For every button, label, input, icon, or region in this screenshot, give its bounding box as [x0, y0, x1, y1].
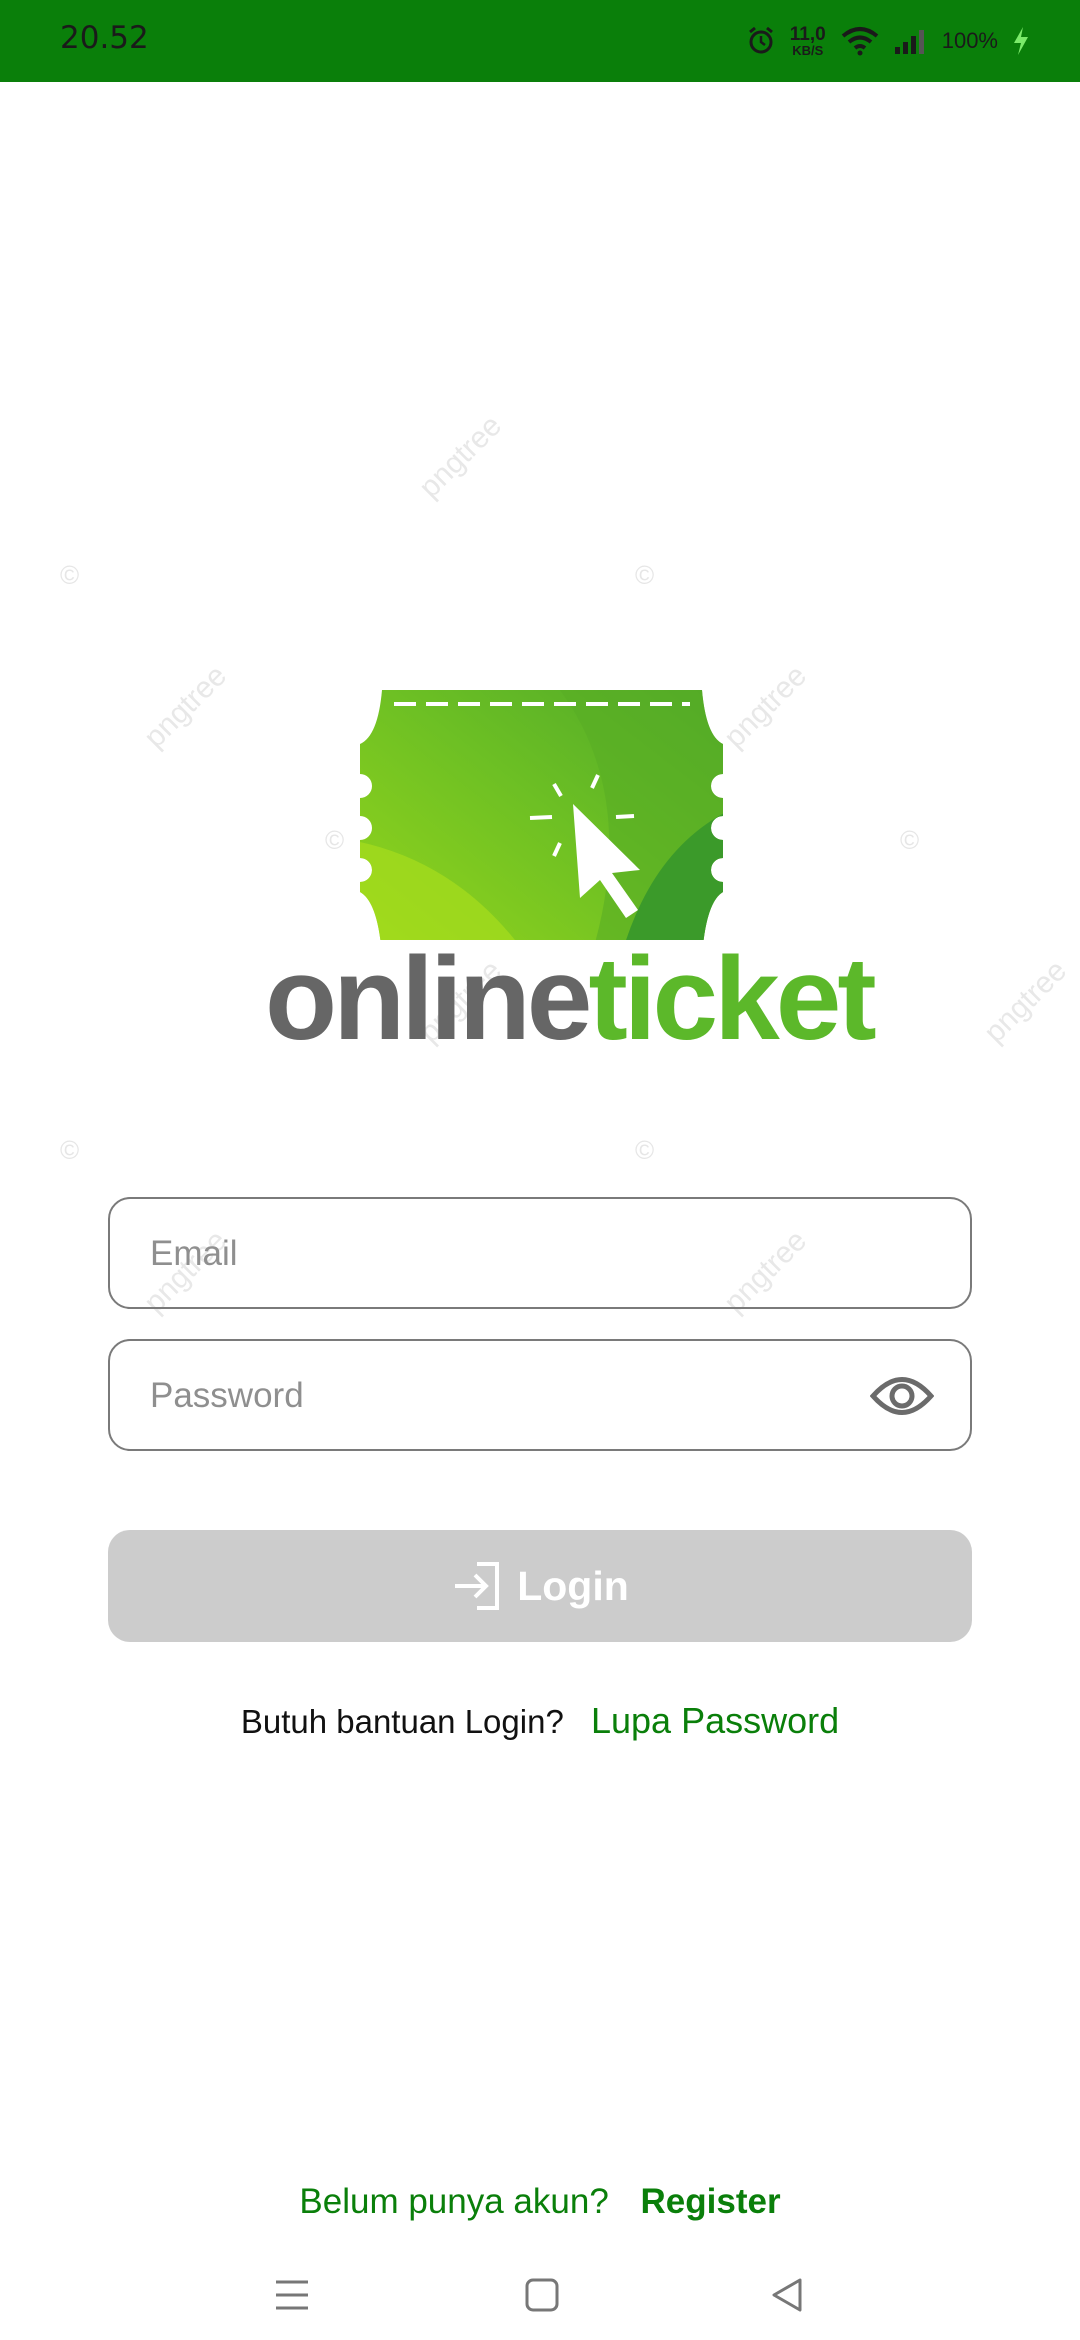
watermark-symbol: © — [900, 825, 920, 855]
ticket-icon — [360, 690, 723, 940]
watermark: pngtree — [412, 409, 509, 505]
menu-icon[interactable] — [262, 2270, 322, 2320]
battery-level: 100% — [941, 28, 998, 53]
status-bar: 20.52 11,0 KB/S 100% — [0, 0, 1080, 82]
eye-icon[interactable] — [870, 1371, 934, 1421]
logo-word-online: online — [265, 933, 592, 1065]
charging-icon — [1014, 27, 1028, 55]
net-speed-value: 11,0 — [789, 24, 826, 45]
signal-icon — [894, 30, 924, 54]
watermark-symbol: © — [635, 560, 655, 590]
password-field[interactable] — [108, 1339, 972, 1451]
watermark: pngtree — [977, 954, 1074, 1050]
watermark-symbol: © — [635, 1135, 655, 1165]
alarm-icon — [748, 26, 773, 54]
register-prompt-row: Belum punya akun? Register — [0, 2182, 1080, 2222]
net-speed: 11,0 KB/S — [790, 25, 826, 57]
email-field[interactable] — [108, 1197, 972, 1309]
forgot-password-link[interactable]: Lupa Password — [591, 1700, 839, 1741]
login-help-prompt: Butuh bantuan Login? — [240, 1703, 564, 1740]
net-speed-unit: KB/S — [792, 43, 824, 58]
status-time: 20.52 — [60, 20, 149, 56]
status-icons: 11,0 KB/S 100% — [746, 18, 1030, 64]
watermark-symbol: © — [60, 560, 80, 590]
register-link[interactable]: Register — [641, 2182, 781, 2221]
app-logo: onlineticket — [260, 680, 877, 1080]
back-triangle-icon[interactable] — [758, 2270, 818, 2320]
logo-wordmark: onlineticket — [265, 940, 877, 1058]
login-button-label: Login — [517, 1562, 629, 1609]
watermark: pngtree — [137, 659, 234, 755]
login-icon — [455, 1562, 500, 1610]
watermark-symbol: © — [60, 1135, 80, 1165]
system-nav-bar — [0, 2250, 1080, 2340]
email-input[interactable] — [148, 1199, 912, 1309]
register-prompt: Belum punya akun? — [299, 2182, 609, 2221]
login-button[interactable]: Login — [108, 1530, 972, 1642]
home-square-icon[interactable] — [512, 2270, 572, 2320]
logo-word-ticket: ticket — [588, 933, 876, 1065]
login-help: Butuh bantuan Login? Lupa Password — [0, 1700, 1080, 1742]
password-input[interactable] — [148, 1341, 832, 1451]
wifi-icon — [841, 27, 878, 56]
